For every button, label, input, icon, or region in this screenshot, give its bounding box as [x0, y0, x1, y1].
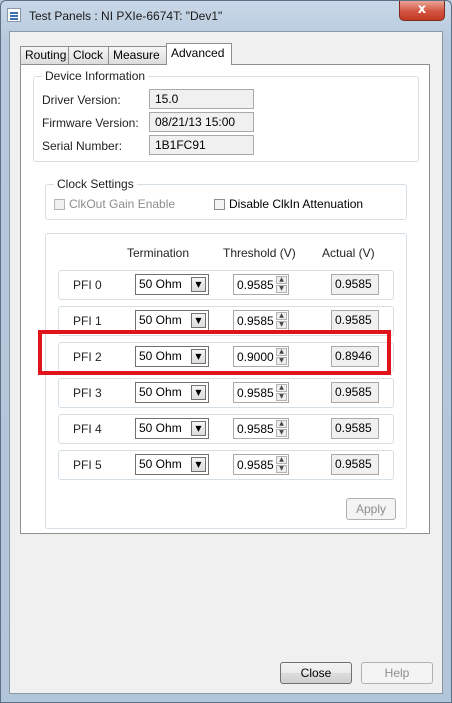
- pfi-4-row: PFI 4 50 Ohm ▼ 0.9585 ▲ ▼ 0.9585: [58, 414, 394, 444]
- chevron-down-icon[interactable]: ▼: [191, 313, 206, 328]
- pfi-3-threshold-spinner: ▲ ▼: [276, 384, 287, 401]
- pfi-3-termination-select[interactable]: 50 Ohm ▼: [135, 382, 209, 403]
- pfi-0-threshold-value: 0.9585: [237, 278, 274, 292]
- clock-settings-group: Clock Settings ClkOut Gain Enable Disabl…: [45, 177, 407, 220]
- pfi-4-threshold-spinner: ▲ ▼: [276, 420, 287, 437]
- pfi-5-label: PFI 5: [73, 458, 102, 472]
- disable-clkin-attenuation-label: Disable ClkIn Attenuation: [229, 197, 364, 211]
- advanced-tab-panel: Device Information Driver Version: 15.0 …: [20, 64, 430, 534]
- pfi-4-termination-select[interactable]: 50 Ohm ▼: [135, 418, 209, 439]
- pfi-0-threshold-spinner: ▲ ▼: [276, 276, 287, 293]
- clkout-gain-enable-checkbox[interactable]: ClkOut Gain Enable: [54, 197, 175, 211]
- window-title: Test Panels : NI PXIe-6674T: "Dev1": [29, 9, 223, 23]
- tab-routing[interactable]: Routing: [20, 46, 69, 64]
- clock-settings-legend: Clock Settings: [54, 177, 137, 191]
- pfi-5-termination-value: 50 Ohm: [139, 457, 182, 471]
- pfi-1-threshold-spinbox[interactable]: 0.9585 ▲ ▼: [233, 310, 289, 331]
- pfi-1-label: PFI 1: [73, 314, 102, 328]
- disable-clkin-attenuation-checkbox[interactable]: Disable ClkIn Attenuation: [214, 197, 363, 211]
- pfi-4-termination-value: 50 Ohm: [139, 421, 182, 435]
- device-information-group: Device Information Driver Version: 15.0 …: [33, 69, 419, 162]
- clkout-gain-enable-label: ClkOut Gain Enable: [69, 197, 176, 211]
- app-window-icon: [7, 8, 21, 22]
- serial-number-field: 1B1FC91: [149, 135, 254, 155]
- pfi-0-termination-value: 50 Ohm: [139, 277, 182, 291]
- pfi-1-threshold-value: 0.9585: [237, 314, 274, 328]
- close-button[interactable]: Close: [280, 662, 352, 684]
- pfi-1-termination-select[interactable]: 50 Ohm ▼: [135, 310, 209, 331]
- pfi-5-actual-field: 0.9585: [331, 454, 379, 475]
- pfi-3-threshold-spinbox[interactable]: 0.9585 ▲ ▼: [233, 382, 289, 403]
- firmware-version-label: Firmware Version:: [42, 116, 139, 130]
- pfi-0-actual-field: 0.9585: [331, 274, 379, 295]
- spin-up-icon[interactable]: ▲: [276, 276, 287, 284]
- device-information-legend: Device Information: [42, 69, 149, 83]
- disable-clkin-attenuation-box[interactable]: [214, 198, 225, 210]
- spin-down-icon[interactable]: ▼: [276, 465, 287, 473]
- spin-down-icon[interactable]: ▼: [276, 429, 287, 437]
- pfi-3-row: PFI 3 50 Ohm ▼ 0.9585 ▲ ▼ 0.9585: [58, 378, 394, 408]
- pfi-4-actual-field: 0.9585: [331, 418, 379, 439]
- spin-up-icon[interactable]: ▲: [276, 384, 287, 392]
- pfi-0-label: PFI 0: [73, 278, 102, 292]
- spin-up-icon[interactable]: ▲: [276, 420, 287, 428]
- chevron-down-icon[interactable]: ▼: [191, 277, 206, 292]
- pfi-3-actual-field: 0.9585: [331, 382, 379, 403]
- chevron-down-icon[interactable]: ▼: [191, 385, 206, 400]
- pfi-3-threshold-value: 0.9585: [237, 386, 274, 400]
- pfi-terminals-group: Termination Threshold (V) Actual (V) PFI…: [45, 233, 407, 529]
- actual-header: Actual (V): [322, 246, 375, 260]
- pfi-4-threshold-value: 0.9585: [237, 422, 274, 436]
- close-icon: x: [417, 2, 427, 17]
- title-bar[interactable]: Test Panels : NI PXIe-6674T: "Dev1" x: [1, 1, 451, 31]
- firmware-version-field: 08/21/13 15:00: [149, 112, 254, 132]
- pfi-2-highlight-annotation: [38, 330, 391, 375]
- window-close-button[interactable]: x: [399, 1, 445, 21]
- help-button[interactable]: Help: [361, 662, 433, 684]
- driver-version-field: 15.0: [149, 89, 254, 109]
- pfi-0-termination-select[interactable]: 50 Ohm ▼: [135, 274, 209, 295]
- spin-down-icon[interactable]: ▼: [276, 285, 287, 293]
- chevron-down-icon[interactable]: ▼: [191, 457, 206, 472]
- tab-clock[interactable]: Clock: [68, 46, 109, 64]
- clkout-gain-enable-box[interactable]: [54, 198, 65, 210]
- pfi-4-label: PFI 4: [73, 422, 102, 436]
- tab-measure[interactable]: Measure: [108, 46, 167, 64]
- tab-advanced[interactable]: Advanced: [166, 43, 232, 65]
- pfi-0-row: PFI 0 50 Ohm ▼ 0.9585 ▲ ▼ 0.9585: [58, 270, 394, 300]
- pfi-4-threshold-spinbox[interactable]: 0.9585 ▲ ▼: [233, 418, 289, 439]
- pfi-3-termination-value: 50 Ohm: [139, 385, 182, 399]
- pfi-5-threshold-spinbox[interactable]: 0.9585 ▲ ▼: [233, 454, 289, 475]
- threshold-header: Threshold (V): [223, 246, 296, 260]
- spin-up-icon[interactable]: ▲: [276, 312, 287, 320]
- spin-down-icon[interactable]: ▼: [276, 321, 287, 329]
- spin-down-icon[interactable]: ▼: [276, 393, 287, 401]
- pfi-3-label: PFI 3: [73, 386, 102, 400]
- apply-button[interactable]: Apply: [346, 498, 396, 520]
- pfi-1-threshold-spinner: ▲ ▼: [276, 312, 287, 329]
- pfi-1-actual-field: 0.9585: [331, 310, 379, 331]
- termination-header: Termination: [127, 246, 190, 260]
- pfi-0-threshold-spinbox[interactable]: 0.9585 ▲ ▼: [233, 274, 289, 295]
- spin-up-icon[interactable]: ▲: [276, 456, 287, 464]
- pfi-5-threshold-value: 0.9585: [237, 458, 274, 472]
- pfi-5-row: PFI 5 50 Ohm ▼ 0.9585 ▲ ▼ 0.9585: [58, 450, 394, 480]
- pfi-1-termination-value: 50 Ohm: [139, 313, 182, 327]
- pfi-5-termination-select[interactable]: 50 Ohm ▼: [135, 454, 209, 475]
- serial-number-label: Serial Number:: [42, 139, 123, 153]
- driver-version-label: Driver Version:: [42, 93, 121, 107]
- chevron-down-icon[interactable]: ▼: [191, 421, 206, 436]
- pfi-5-threshold-spinner: ▲ ▼: [276, 456, 287, 473]
